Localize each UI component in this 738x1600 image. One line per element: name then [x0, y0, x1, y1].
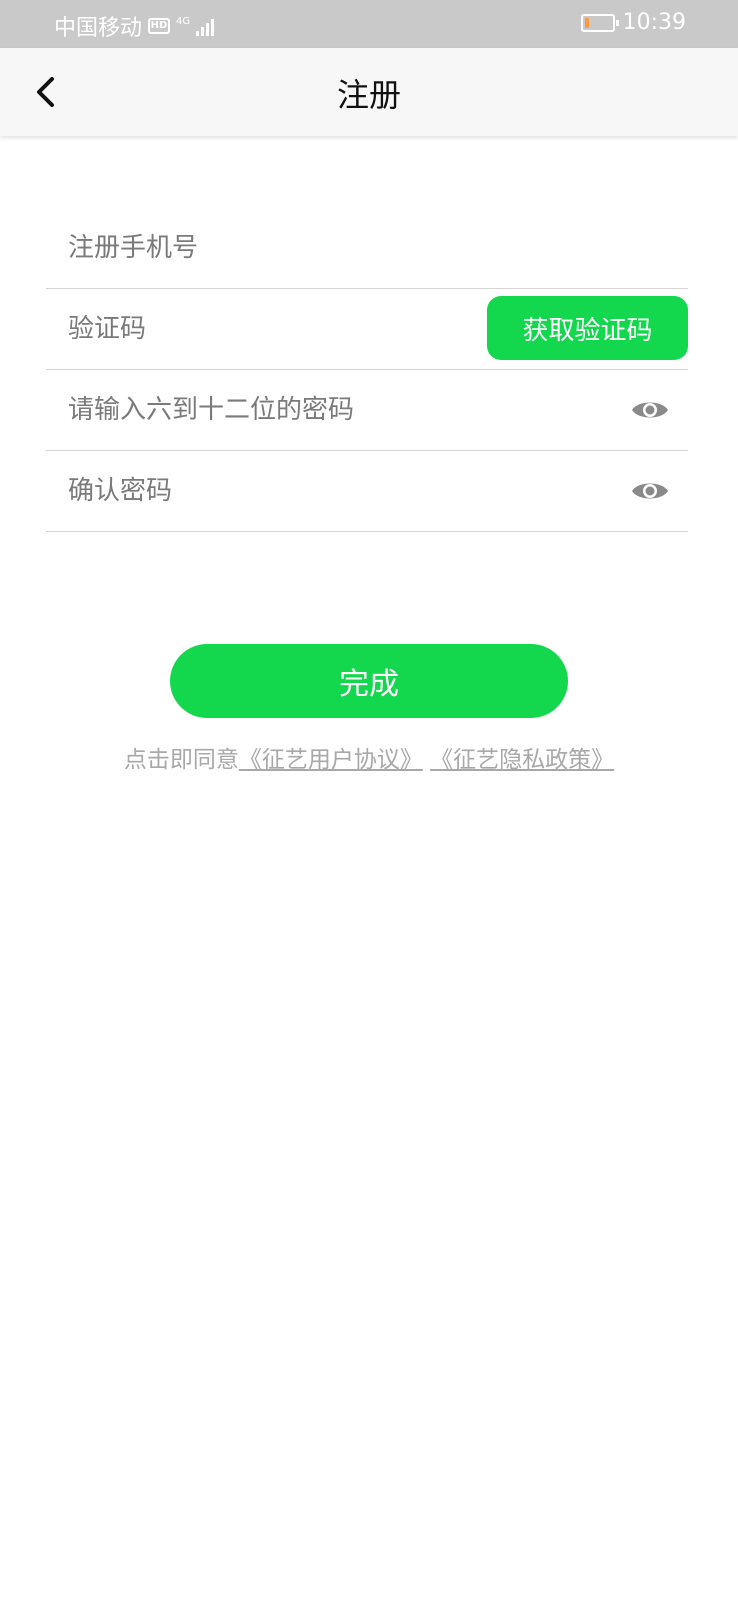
password-visibility-toggle[interactable] [628, 394, 672, 426]
battery-icon [580, 13, 619, 32]
agreement-prefix: 点击即同意 [123, 747, 239, 773]
signal-icon [196, 16, 215, 36]
phone-row [46, 208, 688, 289]
code-row: 获取验证码 [46, 289, 688, 370]
carrier-name: 中国移动 [54, 16, 143, 41]
battery-level [584, 17, 589, 28]
eye-icon [632, 402, 668, 418]
confirm-password-input[interactable] [68, 451, 588, 531]
confirm-password-row [46, 451, 688, 532]
hd-badge: HD [148, 18, 171, 34]
password-input[interactable] [68, 370, 588, 450]
agreement-text: 点击即同意《征艺用户协议》 《征艺隐私政策》 [0, 740, 738, 774]
phone-input[interactable] [68, 208, 588, 288]
network-type: 4G [176, 16, 191, 27]
status-left: 中国移动 HD 4G [54, 10, 215, 42]
password-row [46, 370, 688, 451]
get-code-button[interactable]: 获取验证码 [487, 296, 688, 360]
clock: 10:39 [622, 10, 686, 35]
status-right: 10:39 [580, 10, 686, 35]
confirm-visibility-toggle[interactable] [628, 475, 672, 507]
verification-code-input[interactable] [68, 289, 468, 369]
user-agreement-link[interactable]: 《征艺用户协议》 [239, 747, 423, 773]
register-form: 获取验证码 [46, 208, 688, 532]
status-bar: 中国移动 HD 4G 10:39 [0, 0, 738, 48]
privacy-policy-link[interactable]: 《征艺隐私政策》 [430, 747, 614, 773]
submit-button[interactable]: 完成 [170, 644, 568, 718]
nav-header: 注册 [0, 48, 738, 136]
page-title: 注册 [336, 76, 401, 114]
eye-icon [632, 483, 668, 499]
